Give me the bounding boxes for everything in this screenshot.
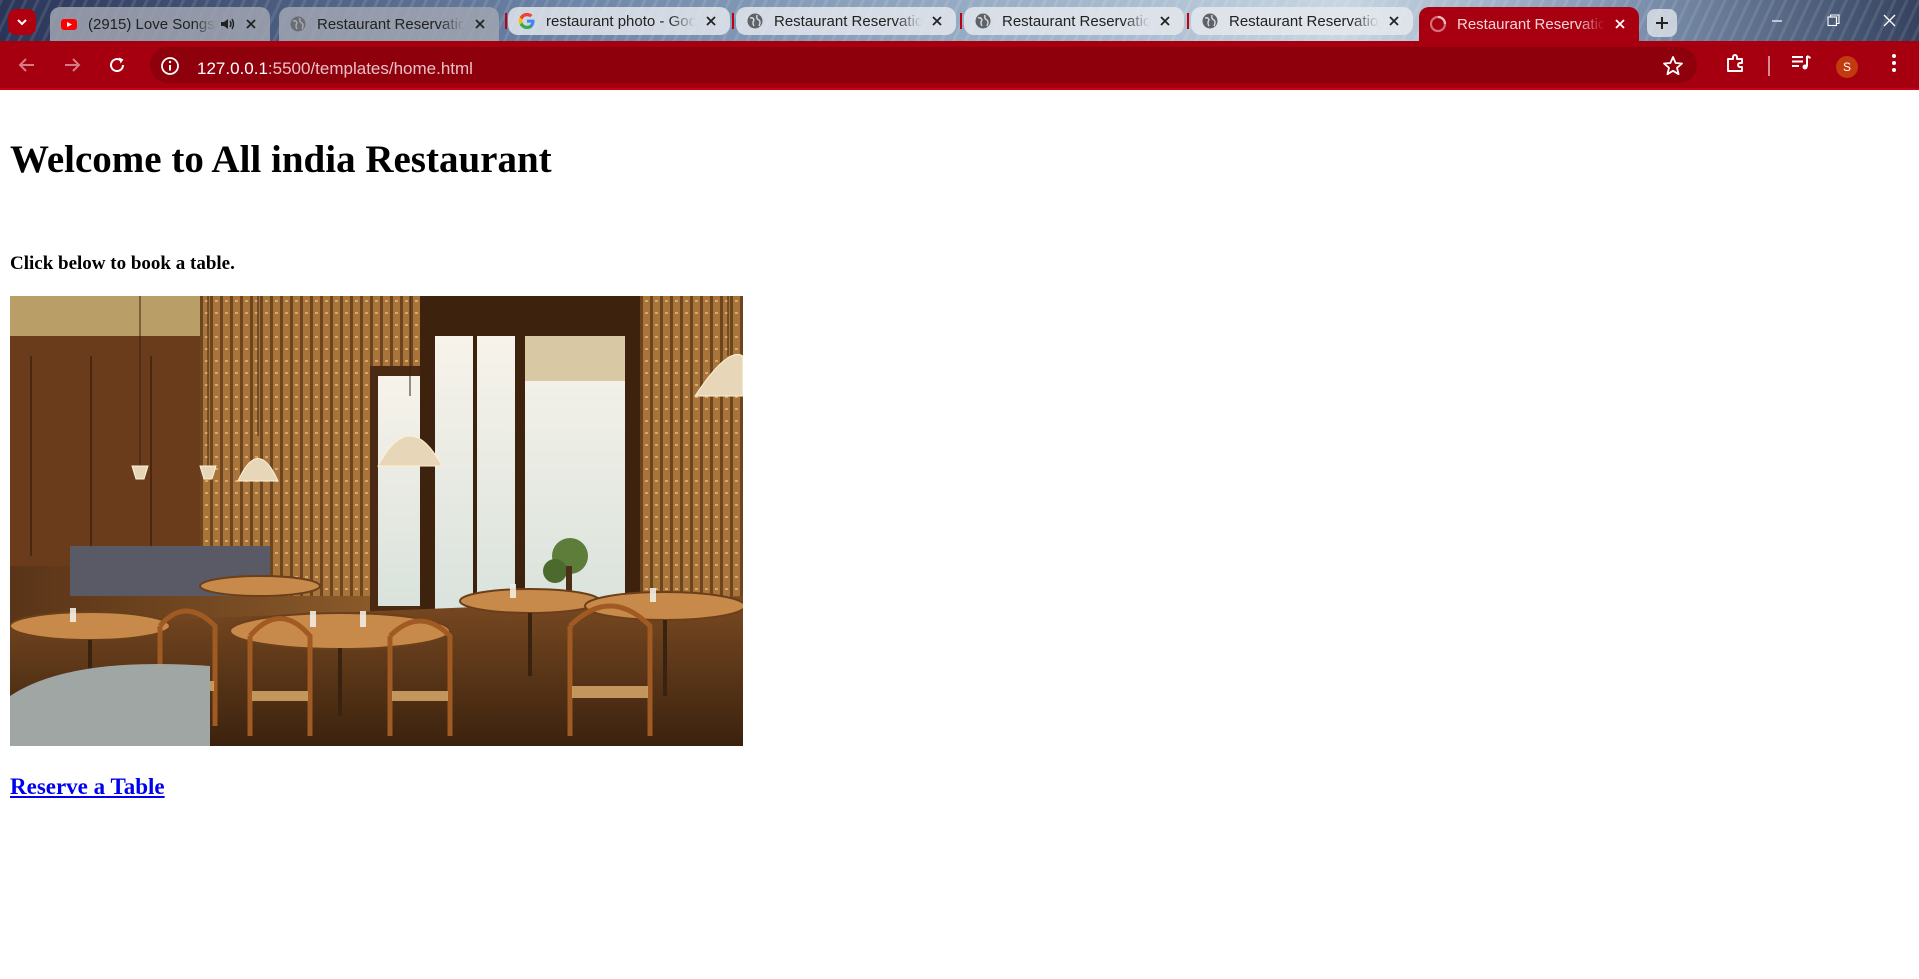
tab-search-button[interactable] <box>8 9 36 35</box>
reload-button[interactable] <box>101 49 133 81</box>
playlist-music-icon <box>1792 55 1811 70</box>
back-button[interactable] <box>11 49 43 81</box>
close-tab-icon[interactable] <box>702 12 720 30</box>
toolbar-divider <box>1768 56 1770 76</box>
loading-spinner-icon <box>1429 15 1447 33</box>
minimize-button[interactable] <box>1754 0 1800 41</box>
tab-title: Restaurant Reservation <box>1229 12 1379 30</box>
globe-icon <box>1202 13 1218 29</box>
url-path: :5500/templates/home.html <box>267 59 473 78</box>
profile-avatar[interactable]: S <box>1836 56 1858 78</box>
menu-button[interactable] <box>1878 47 1910 79</box>
tab-google-search[interactable]: restaurant photo - Google <box>508 7 730 35</box>
arrow-right-icon <box>65 58 81 72</box>
tab-restaurant-reservation[interactable]: Restaurant Reservation <box>1191 7 1413 35</box>
restore-icon <box>1826 14 1840 27</box>
puzzle-icon <box>1727 54 1743 72</box>
globe-icon <box>747 13 763 29</box>
arrow-left-icon <box>18 58 34 72</box>
page-title: Welcome to All india Restaurant <box>10 138 552 181</box>
new-tab-button[interactable] <box>1647 9 1677 37</box>
globe-icon <box>290 16 306 32</box>
speaker-icon[interactable] <box>218 15 236 33</box>
tab-separator <box>505 13 507 29</box>
restore-button[interactable] <box>1810 0 1856 41</box>
more-vertical-icon <box>1892 54 1896 72</box>
globe-icon <box>975 13 991 29</box>
tab-separator <box>732 13 734 29</box>
tab-title: Restaurant Reservation <box>774 12 922 30</box>
address-url[interactable]: 127.0.0.1:5500/templates/home.html <box>197 59 473 79</box>
restaurant-photo <box>10 296 743 746</box>
page-content: Welcome to All india Restaurant Click be… <box>0 90 1919 979</box>
page-subtext: Click below to book a table. <box>10 253 235 274</box>
close-tab-icon[interactable] <box>1611 15 1629 33</box>
close-tab-icon[interactable] <box>1385 12 1403 30</box>
close-window-button[interactable] <box>1866 0 1912 41</box>
media-control-button[interactable] <box>1785 47 1817 79</box>
forward-button[interactable] <box>56 49 88 81</box>
tab-separator <box>960 13 962 29</box>
tab-restaurant-reservation[interactable]: Restaurant Reservation <box>279 7 499 41</box>
minimize-icon <box>1772 19 1782 22</box>
plus-icon <box>1656 17 1668 29</box>
tab-title: (2915) Love Songs <box>88 15 215 33</box>
close-tab-icon[interactable] <box>1156 12 1174 30</box>
tab-restaurant-reservation[interactable]: Restaurant Reservation <box>736 7 956 35</box>
tab-active[interactable]: Restaurant Reservation <box>1419 7 1639 41</box>
google-icon <box>518 12 535 29</box>
tab-title: Restaurant Reservation <box>1002 12 1150 30</box>
youtube-icon <box>61 19 77 30</box>
info-icon[interactable] <box>160 56 180 76</box>
tab-title: Restaurant Reservation <box>317 15 465 33</box>
close-icon <box>1883 14 1895 27</box>
tab-youtube[interactable]: (2915) Love Songs <box>50 7 270 41</box>
tab-strip: (2915) Love Songs Restaurant Reservation… <box>0 0 1919 41</box>
reserve-table-link[interactable]: Reserve a Table <box>10 774 165 800</box>
chevron-down-icon <box>17 19 27 26</box>
extensions-button[interactable] <box>1720 47 1752 79</box>
tab-restaurant-reservation[interactable]: Restaurant Reservation <box>964 7 1184 35</box>
tab-title: restaurant photo - Google <box>546 12 696 30</box>
bookmark-star-icon[interactable] <box>1661 54 1685 78</box>
restaurant-interior-illustration <box>10 296 743 746</box>
tab-title: Restaurant Reservation <box>1457 15 1605 33</box>
tab-separator <box>1187 13 1189 29</box>
url-host: 127.0.0.1 <box>197 59 268 78</box>
reload-icon <box>110 57 125 73</box>
close-tab-icon[interactable] <box>928 12 946 30</box>
close-tab-icon[interactable] <box>471 15 489 33</box>
close-tab-icon[interactable] <box>242 15 260 33</box>
